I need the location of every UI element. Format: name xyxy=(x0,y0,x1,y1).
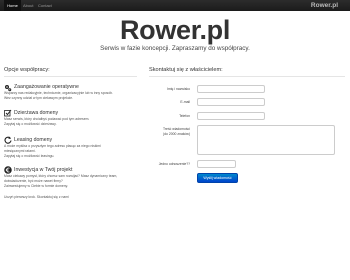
send-message-button[interactable]: Wyślij wiadomość xyxy=(197,173,238,183)
euro-icon xyxy=(4,166,12,174)
message-limit-label: (do 2000 znaków) xyxy=(163,132,190,136)
name-label: Imię i nazwisko xyxy=(167,87,190,91)
contact-heading: Skontaktuj się z właścicielem: xyxy=(149,67,223,73)
left-divider xyxy=(4,76,137,77)
phone-label: Telefon xyxy=(179,114,190,118)
phone-input[interactable] xyxy=(197,112,265,120)
top-navbar: Home About Contact Rower.pl xyxy=(0,0,350,11)
brand-logo[interactable]: Rower.pl xyxy=(311,0,338,11)
feature-desc: A może myślisz o przyszłym tego adresu p… xyxy=(4,144,129,160)
cooperation-heading: Opcje współpracy: xyxy=(4,67,50,73)
feature-desc-line: Zainwestujemy w Ciebie w formie domeny. xyxy=(4,184,69,189)
page-subtitle: Serwis w fazie koncepcji. Zapraszamy do … xyxy=(100,45,250,52)
feature-desc: Masz serwis, który chciałbyś podawać pod… xyxy=(4,117,129,127)
feature-title: Dzierżawa domeny xyxy=(14,110,59,116)
contact-prompt: Uczyń pierwszy krok. Skontaktuj się z na… xyxy=(4,195,69,199)
page-title: Rower.pl xyxy=(119,15,231,45)
checkbox-icon xyxy=(4,109,12,117)
feature-desc: Wsparcy nas redakcyjnie, technicznie, or… xyxy=(4,91,129,101)
nav-about-link[interactable]: About xyxy=(23,0,33,11)
nav-home-link[interactable]: Home xyxy=(4,0,21,11)
feature-desc-line: Wez czynny udział w tym ciekawym projekc… xyxy=(4,96,74,101)
feature-desc: Masz ciekawy pomysł, który chcesz sam ro… xyxy=(4,174,134,190)
name-input[interactable] xyxy=(197,85,265,93)
feature-title: Leasing domeny xyxy=(14,137,53,143)
captcha-input[interactable] xyxy=(197,160,236,168)
feature-title: Inwestycja w Twój projekt xyxy=(14,167,73,173)
message-label: Treść wiadomości xyxy=(162,127,190,131)
refresh-icon xyxy=(4,136,12,144)
message-textarea[interactable] xyxy=(197,125,335,155)
feature-desc-line: Zapytaj się o możliwość leasingu. xyxy=(4,154,55,159)
feature-desc-line: Zapytaj się o możliwość dzierżawy. xyxy=(4,122,57,127)
nav-contact-link[interactable]: Contact xyxy=(38,0,52,11)
captcha-label: Jedno odnoszenie?? xyxy=(158,162,190,166)
feature-title: Zaangażowanie operatywne xyxy=(14,84,79,90)
email-input[interactable] xyxy=(197,98,265,106)
right-divider xyxy=(149,76,345,77)
email-label: E-mail xyxy=(180,100,190,104)
